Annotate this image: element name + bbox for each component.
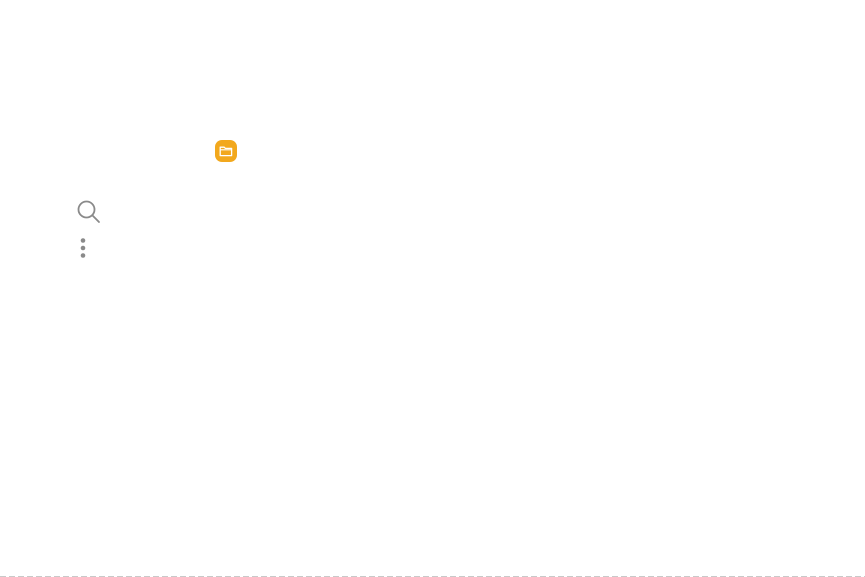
manual-page (0, 0, 865, 577)
search-icon (77, 200, 100, 223)
folder-icon (219, 146, 233, 157)
more-options-icon (80, 238, 86, 258)
folder-app-icon (215, 140, 237, 162)
